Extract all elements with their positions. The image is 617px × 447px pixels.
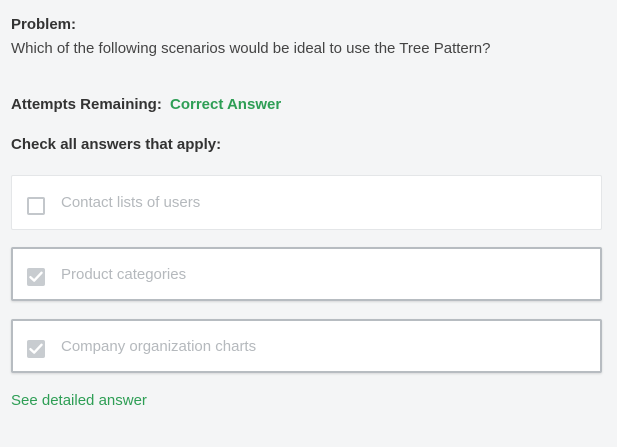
answer-option-label: Company organization charts (61, 338, 257, 355)
answer-option-product-categories[interactable]: Product categories (11, 247, 602, 301)
problem-heading: Problem: (11, 16, 77, 33)
answer-option-label: Product categories (61, 266, 187, 283)
checkmark-icon (29, 343, 43, 354)
answer-instructions: Check all answers that apply: (11, 136, 222, 153)
answer-option-contact-lists[interactable]: Contact lists of users (11, 175, 602, 230)
problem-question: Which of the following scenarios would b… (11, 40, 491, 57)
answer-option-label: Contact lists of users (61, 194, 201, 211)
attempts-status: Correct Answer (170, 96, 282, 113)
checkbox-checked-icon[interactable] (27, 268, 45, 286)
checkbox-checked-icon[interactable] (27, 340, 45, 358)
attempts-label: Attempts Remaining: (11, 96, 162, 113)
answer-option-org-charts[interactable]: Company organization charts (11, 319, 602, 373)
attempts-remaining: Attempts Remaining: Correct Answer (11, 96, 281, 113)
checkbox-unchecked-icon[interactable] (27, 197, 45, 215)
checkmark-icon (29, 271, 43, 282)
see-detailed-answer-link[interactable]: See detailed answer (11, 392, 147, 409)
